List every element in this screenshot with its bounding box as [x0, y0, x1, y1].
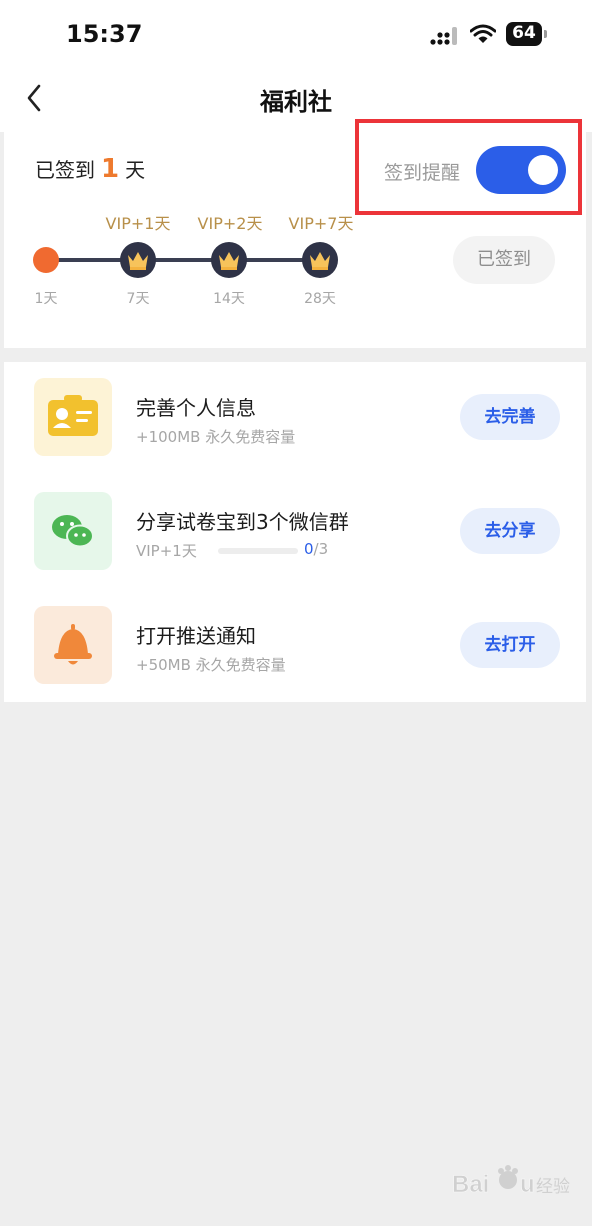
milestone-vip-label: VIP+2天: [197, 214, 263, 233]
signin-card: 已签到 1 天 签到提醒 1天 VIP+1天 7天 VIP+2天 14天 VIP+7…: [4, 119, 586, 348]
task-subtitle: +100MB 永久免费容量: [136, 428, 296, 446]
crown-icon: [302, 242, 338, 278]
share-progress-total: /3: [313, 540, 329, 558]
id-card-icon: [34, 378, 112, 456]
share-progress-done: 0: [304, 540, 314, 558]
status-bar: 15:37 64: [0, 0, 592, 66]
watermark-text: 经验: [536, 1177, 570, 1197]
task-subtitle: +50MB 永久免费容量: [136, 656, 286, 674]
task-title: 完善个人信息: [136, 396, 256, 420]
signed-days-text: 已签到 1 天: [35, 154, 145, 184]
milestone-vip-label: VIP+7天: [288, 214, 354, 233]
svg-text:Bai: Bai: [452, 1171, 489, 1198]
task-subtitle: VIP+1天: [136, 542, 197, 560]
task-item: 分享试卷宝到3个微信群 VIP+1天 0/3 去分享: [4, 476, 586, 586]
svg-text:u: u: [520, 1171, 535, 1198]
day-1-dot: [33, 247, 59, 273]
crown-icon: [120, 242, 156, 278]
wifi-icon: [470, 24, 496, 43]
battery-level: 64: [512, 23, 536, 43]
screen: 15:37 64 福利社 已签到 1 天 签到提醒 1天 VIP+1天 7天 V…: [0, 0, 592, 1226]
highlight-box: [355, 119, 582, 215]
bell-icon: [34, 606, 112, 684]
baidu-jingyan-watermark: Bai u 经验: [452, 1165, 570, 1198]
milestone-day-label: 14天: [213, 291, 245, 307]
milestone-day-label: 7天: [126, 291, 150, 307]
progress-track-line: [44, 258, 324, 262]
milestone-day-label: 28天: [304, 291, 336, 307]
signed-days-count: 1: [101, 154, 120, 184]
signed-days-prefix: 已签到: [35, 158, 95, 182]
task-list: 完善个人信息 +100MB 永久免费容量 去完善 分享试卷宝到3个微信群 VIP…: [4, 362, 586, 702]
task-title: 分享试卷宝到3个微信群: [136, 510, 349, 534]
milestone-vip-label: VIP+1天: [105, 214, 171, 233]
page-title: 福利社: [260, 88, 332, 116]
signal-icon: [430, 27, 457, 45]
complete-profile-button[interactable]: 去完善: [460, 394, 560, 440]
milestone-day-label: 1天: [34, 291, 58, 307]
battery-icon: 64: [506, 22, 548, 46]
signed-button[interactable]: 已签到: [453, 236, 555, 284]
task-title: 打开推送通知: [136, 624, 256, 648]
task-item: 打开推送通知 +50MB 永久免费容量 去打开: [4, 590, 586, 700]
wechat-icon: [34, 492, 112, 570]
signed-days-suffix: 天: [125, 158, 146, 182]
share-progress-text: 0/3: [304, 540, 328, 558]
task-item: 完善个人信息 +100MB 永久免费容量 去完善: [4, 362, 586, 472]
status-time: 15:37: [66, 20, 143, 48]
crown-icon: [211, 242, 247, 278]
share-button[interactable]: 去分享: [460, 508, 560, 554]
share-progress-bar: [218, 548, 298, 554]
enable-push-button[interactable]: 去打开: [460, 622, 560, 668]
